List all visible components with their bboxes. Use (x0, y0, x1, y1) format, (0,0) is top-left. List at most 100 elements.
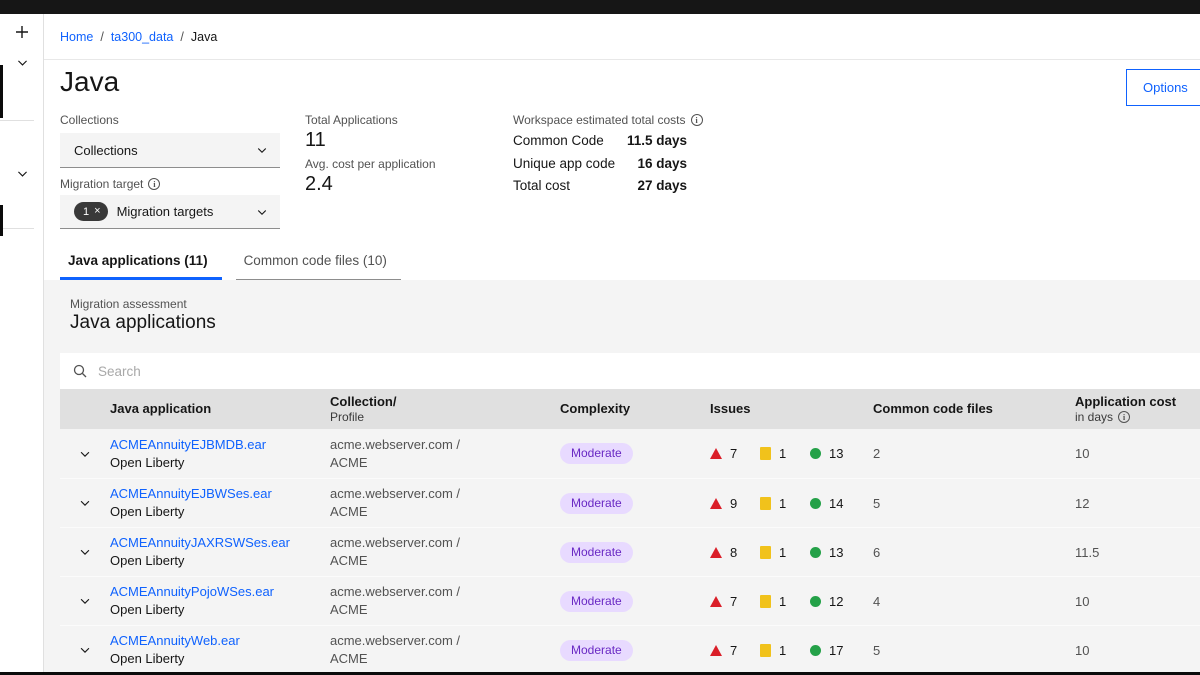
severe-triangle-icon (710, 596, 722, 607)
severe-triangle-icon (710, 498, 722, 509)
workspace-cost-table: Common Code 11.5 days Unique app code 16… (513, 133, 687, 201)
chevron-down-icon[interactable] (0, 56, 44, 69)
column-header-cost-line1: Application cost (1075, 394, 1200, 410)
app-cell: ACMEAnnuityWeb.ear Open Liberty (110, 632, 330, 667)
table-body: ACMEAnnuityEJBMDB.ear Open Liberty acme.… (60, 429, 1200, 674)
warning-square-icon (760, 447, 771, 460)
cost-label: Common Code (513, 133, 604, 156)
section-title: Java applications (70, 312, 216, 334)
column-header-issues: Issues (710, 401, 873, 417)
application-cost-cell: 12 (1075, 496, 1200, 511)
info-issue-count: 13 (829, 446, 843, 461)
severe-issues: 7 (710, 643, 760, 658)
info-issue-count: 14 (829, 496, 843, 511)
severe-issues: 7 (710, 594, 760, 609)
table-row: ACMEAnnuityEJBWSes.ear Open Liberty acme… (60, 478, 1200, 527)
application-link[interactable]: ACMEAnnuityEJBWSes.ear (110, 485, 330, 503)
collection-server: acme.webserver.com / (330, 583, 560, 601)
tab-java-applications[interactable]: Java applications (11) (60, 247, 222, 280)
collection-cell: acme.webserver.com / ACME (330, 632, 560, 667)
collections-dropdown[interactable]: Collections (60, 133, 280, 168)
warning-issue-count: 1 (779, 545, 786, 560)
row-expand-chevron-icon[interactable] (60, 496, 110, 510)
workspace-costs-label-text: Workspace estimated total costs (513, 113, 686, 127)
table-header-row: Java application Collection/ Profile Com… (60, 389, 1200, 429)
tab-bar: Java applications (11) Common code files… (60, 247, 415, 280)
column-header-common-code-files: Common code files (873, 401, 1075, 417)
search-input[interactable] (98, 353, 1188, 389)
breadcrumb-separator: / (180, 30, 183, 44)
cost-value: 16 days (637, 156, 687, 179)
application-link[interactable]: ACMEAnnuityPojoWSes.ear (110, 583, 330, 601)
severe-triangle-icon (710, 448, 722, 459)
warning-square-icon (760, 546, 771, 559)
column-header-application-cost: Application cost in days i (1075, 394, 1200, 424)
row-expand-chevron-icon[interactable] (60, 545, 110, 559)
warning-square-icon (760, 644, 771, 657)
warning-issues: 1 (760, 643, 810, 658)
breadcrumb-current: Java (191, 30, 217, 44)
tab-common-code-files[interactable]: Common code files (10) (236, 247, 401, 280)
cost-row-common-code: Common Code 11.5 days (513, 133, 687, 156)
application-runtime: Open Liberty (110, 503, 330, 521)
application-link[interactable]: ACMEAnnuityWeb.ear (110, 632, 330, 650)
close-icon[interactable]: × (94, 206, 100, 217)
left-sidebar (0, 14, 44, 675)
application-cost-cell: 10 (1075, 643, 1200, 658)
cost-row-total-cost: Total cost 27 days (513, 178, 687, 201)
options-button[interactable]: Options (1126, 69, 1200, 106)
application-link[interactable]: ACMEAnnuityEJBMDB.ear (110, 436, 330, 454)
warning-issue-count: 1 (779, 594, 786, 609)
severe-issue-count: 7 (730, 643, 737, 658)
complexity-badge: Moderate (560, 591, 633, 612)
complexity-badge: Moderate (560, 640, 633, 661)
collection-profile: ACME (330, 601, 560, 619)
cost-label: Unique app code (513, 156, 615, 179)
chevron-down-icon[interactable] (0, 167, 44, 180)
severe-issues: 8 (710, 545, 760, 560)
column-header-java-application: Java application (110, 401, 330, 417)
column-header-collection: Collection/ Profile (330, 394, 560, 424)
add-icon[interactable] (0, 24, 44, 40)
common-code-files-cell: 6 (873, 545, 1075, 560)
severe-issues: 9 (710, 496, 760, 511)
application-link[interactable]: ACMEAnnuityJAXRSWSes.ear (110, 534, 330, 552)
chevron-down-icon (256, 206, 268, 218)
common-code-files-cell: 4 (873, 594, 1075, 609)
info-issues: 13 (810, 446, 860, 461)
row-expand-chevron-icon[interactable] (60, 447, 110, 461)
sidebar-divider (0, 228, 34, 229)
chevron-down-icon (256, 144, 268, 156)
warning-issues: 1 (760, 545, 810, 560)
row-expand-chevron-icon[interactable] (60, 594, 110, 608)
complexity-cell: Moderate (560, 542, 710, 563)
table-row: ACMEAnnuityEJBMDB.ear Open Liberty acme.… (60, 429, 1200, 478)
collections-dropdown-value: Collections (74, 143, 138, 158)
screen-edge-artifact (0, 65, 3, 118)
cost-label: Total cost (513, 178, 570, 201)
breadcrumb-home[interactable]: Home (60, 30, 93, 44)
migration-targets-dropdown[interactable]: 1 × Migration targets (60, 195, 280, 229)
info-icon[interactable]: i (691, 114, 703, 126)
common-code-files-cell: 5 (873, 496, 1075, 511)
collection-cell: acme.webserver.com / ACME (330, 583, 560, 618)
info-issues: 14 (810, 496, 860, 511)
table-row: ACMEAnnuityJAXRSWSes.ear Open Liberty ac… (60, 527, 1200, 576)
app-cell: ACMEAnnuityJAXRSWSes.ear Open Liberty (110, 534, 330, 569)
cost-value: 27 days (637, 178, 687, 201)
application-runtime: Open Liberty (110, 454, 330, 472)
application-runtime: Open Liberty (110, 601, 330, 619)
tag-count: 1 (83, 206, 89, 218)
application-cost-cell: 10 (1075, 594, 1200, 609)
row-expand-chevron-icon[interactable] (60, 643, 110, 657)
info-icon[interactable]: i (1118, 411, 1130, 423)
warning-issue-count: 1 (779, 496, 786, 511)
ok-circle-icon (810, 547, 821, 558)
info-icon[interactable]: i (148, 178, 160, 190)
breadcrumb-workspace[interactable]: ta300_data (111, 30, 174, 44)
application-runtime: Open Liberty (110, 650, 330, 668)
cost-value: 11.5 days (627, 133, 687, 156)
common-code-files-cell: 5 (873, 643, 1075, 658)
selected-count-tag: 1 × (74, 202, 108, 221)
complexity-cell: Moderate (560, 591, 710, 612)
